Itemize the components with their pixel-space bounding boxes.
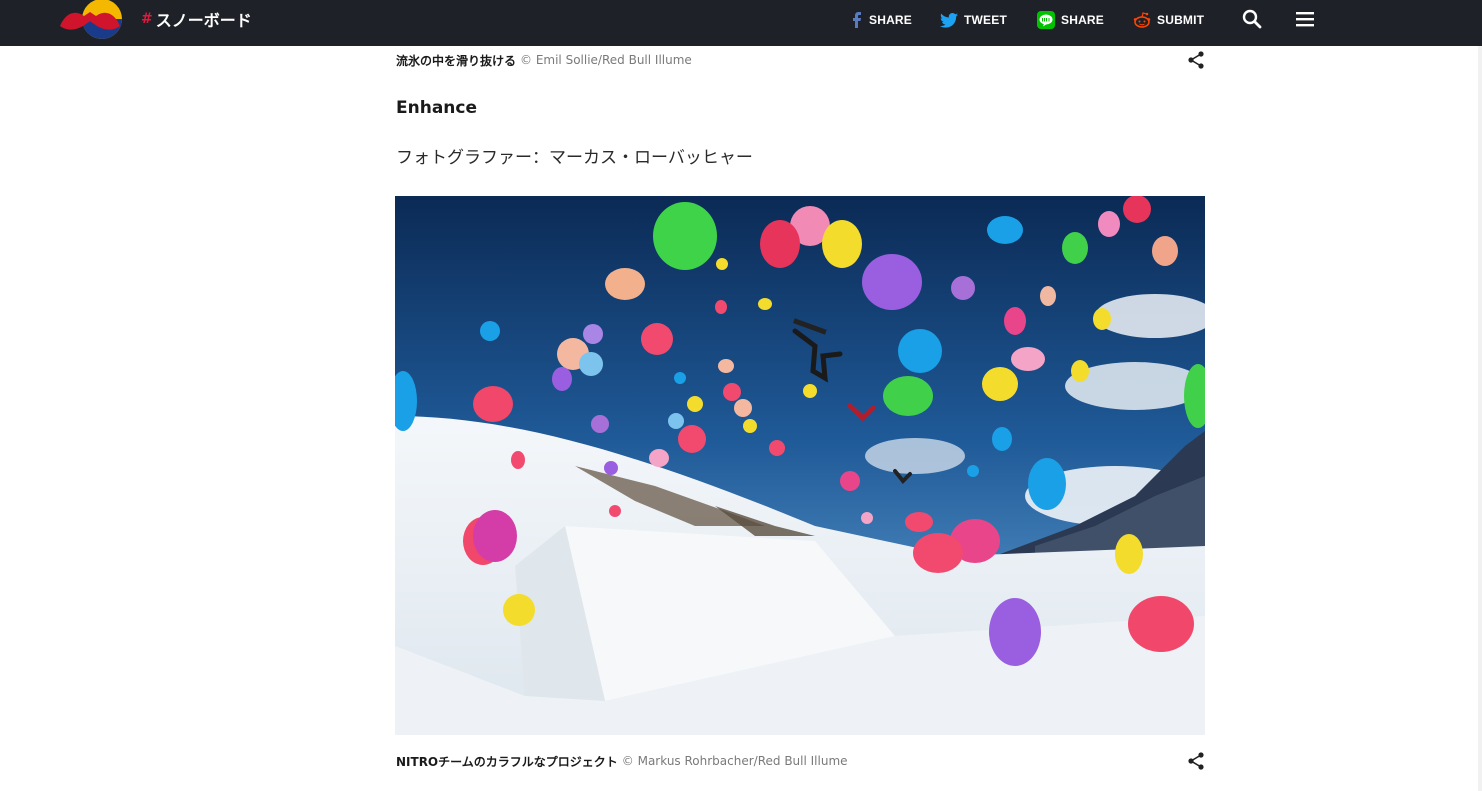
scrollbar[interactable] <box>1478 46 1482 791</box>
photographer-credit: フォトグラファー：マーカス・ローバッヒャー <box>396 148 753 168</box>
caption-text: 流氷の中を滑り抜ける <box>396 53 517 68</box>
red-bull-logo[interactable] <box>56 0 126 40</box>
channel-label: スノーボード <box>155 11 252 30</box>
caption-credit: © Markus Rohrbacher/Red Bull Illume <box>621 754 848 768</box>
line-share-button[interactable]: SHARE <box>1037 10 1104 30</box>
image-caption: NITROチームのカラフルなプロジェクト © Markus Rohrbacher… <box>396 752 848 770</box>
facebook-share-label: SHARE <box>869 13 913 27</box>
line-share-label: SHARE <box>1061 13 1105 27</box>
facebook-icon <box>853 12 861 28</box>
line-icon <box>1037 11 1055 29</box>
channel-link[interactable]: # スノーボード <box>141 8 252 30</box>
share-icon[interactable] <box>1186 751 1206 771</box>
reddit-icon <box>1133 12 1151 28</box>
image-caption: 流氷の中を滑り抜ける © Emil Sollie/Red Bull Illume <box>396 51 692 69</box>
article-photo[interactable] <box>395 196 1205 735</box>
reddit-submit-label: SUBMIT <box>1157 13 1205 27</box>
hash-symbol: # <box>141 11 153 27</box>
twitter-icon <box>940 12 958 28</box>
reddit-submit-button[interactable]: SUBMIT <box>1133 10 1204 30</box>
caption-text: NITROチームのカラフルなプロジェクト <box>396 754 618 769</box>
search-icon[interactable] <box>1241 8 1263 30</box>
top-navigation-bar: # スノーボード SHARE TWEET SHARE SUBMIT <box>0 0 1482 46</box>
menu-icon[interactable] <box>1294 8 1316 30</box>
twitter-tweet-button[interactable]: TWEET <box>940 10 1007 30</box>
section-title: Enhance <box>396 98 477 118</box>
share-icon[interactable] <box>1186 50 1206 70</box>
facebook-share-button[interactable]: SHARE <box>851 10 912 30</box>
twitter-tweet-label: TWEET <box>964 13 1007 27</box>
caption-credit: © Emil Sollie/Red Bull Illume <box>520 53 692 67</box>
